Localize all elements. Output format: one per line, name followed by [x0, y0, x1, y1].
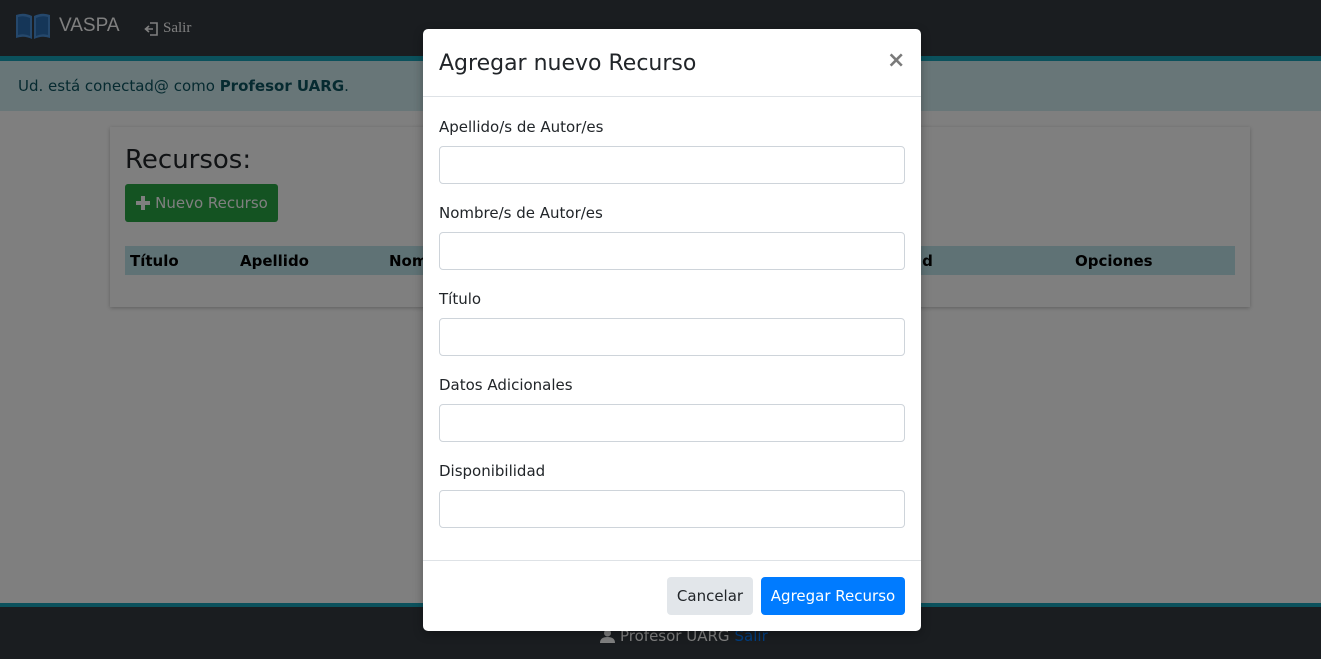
modal-footer: Cancelar Agregar Recurso: [423, 560, 921, 631]
datos-adicionales-input[interactable]: [439, 404, 905, 442]
cancel-button[interactable]: Cancelar: [667, 577, 753, 615]
modal-title: Agregar nuevo Recurso: [439, 51, 697, 76]
nombre-input[interactable]: [439, 232, 905, 270]
add-resource-modal: Agregar nuevo Recurso × Apellido/s de Au…: [423, 29, 921, 631]
titulo-input[interactable]: [439, 318, 905, 356]
label-titulo: Título: [439, 290, 482, 308]
close-icon[interactable]: ×: [887, 48, 905, 73]
label-nombre: Nombre/s de Autor/es: [439, 204, 603, 222]
apellido-input[interactable]: [439, 146, 905, 184]
label-disponibilidad: Disponibilidad: [439, 462, 546, 480]
add-resource-button[interactable]: Agregar Recurso: [761, 577, 905, 615]
modal-header: Agregar nuevo Recurso ×: [423, 29, 921, 97]
disponibilidad-input[interactable]: [439, 490, 905, 528]
label-apellido: Apellido/s de Autor/es: [439, 118, 604, 136]
label-datos-adicionales: Datos Adicionales: [439, 376, 573, 394]
